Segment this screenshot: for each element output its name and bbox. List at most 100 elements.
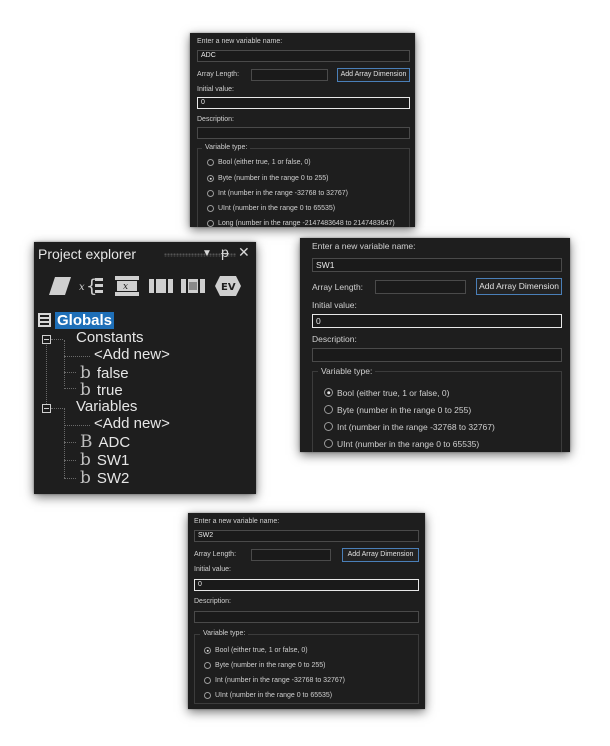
tree-node-variables[interactable]: Variables <box>76 398 137 415</box>
variable-label: ADC <box>98 434 131 451</box>
description-input[interactable] <box>312 348 562 362</box>
variable-type-label: Variable type: <box>318 366 376 376</box>
add-array-dimension-button[interactable]: Add Array Dimension <box>476 278 562 295</box>
tree-node-add-new-variable[interactable]: <Add new> <box>94 415 170 432</box>
array-length-input[interactable] <box>375 280 466 294</box>
tree-guide <box>64 388 76 389</box>
variables-label: Variables <box>76 398 138 415</box>
initial-value-label: Initial value: <box>312 300 357 310</box>
description-label: Description: <box>312 334 357 344</box>
radio-icon[interactable] <box>324 439 333 448</box>
tree-guide <box>64 372 76 373</box>
initial-value-label: Initial value: <box>197 86 234 93</box>
dropdown-arrow-icon[interactable]: ▼ <box>202 248 212 259</box>
globals-icon <box>38 313 51 327</box>
variable-name-input[interactable]: SW1 <box>312 258 562 272</box>
type-option-label: Byte (number in the range 0 to 255) <box>337 405 472 415</box>
type-option-label: UInt (number in the range 0 to 65535) <box>215 692 333 699</box>
tree-guide <box>64 460 76 461</box>
variable-name-label: Enter a new variable name: <box>197 38 283 45</box>
type-option-label: Int (number in the range -32768 to 32767… <box>337 422 495 432</box>
ev-badge-icon[interactable]: EV <box>214 274 242 298</box>
variable-type-label: Variable type: <box>202 144 251 151</box>
tree-guide <box>51 408 63 409</box>
radio-icon[interactable] <box>204 692 211 699</box>
add-new-label: <Add new> <box>94 346 170 363</box>
byte-variable-icon: B <box>80 432 93 452</box>
type-option-label: Long (number in the range -2147483648 to… <box>218 220 395 227</box>
variable-dialog-sw2: Enter a new variable name: SW2 Array Len… <box>188 513 425 709</box>
description-label: Description: <box>194 598 231 605</box>
array-length-input[interactable] <box>251 69 328 81</box>
tree-guide <box>46 340 47 410</box>
type-option-label: Bool (either true, 1 or false, 0) <box>337 388 450 398</box>
add-array-dimension-button[interactable]: Add Array Dimension <box>342 548 419 562</box>
array-length-input[interactable] <box>251 549 331 561</box>
type-option-label: Byte (number in the range 0 to 255) <box>215 662 326 669</box>
bool-variable-icon: b <box>80 450 91 470</box>
array-length-label: Array Length: <box>194 551 237 558</box>
tree-node-globals[interactable]: Globals <box>38 312 115 329</box>
array-length-label: Array Length: <box>312 282 364 292</box>
constant-label: true <box>96 382 123 399</box>
variable-name-input[interactable]: SW2 <box>194 530 419 542</box>
add-new-label: <Add new> <box>94 415 170 432</box>
globals-label: Globals <box>55 312 115 329</box>
tree-node-constants[interactable]: Constants <box>76 329 144 346</box>
type-option-label: Bool (either true, 1 or false, 0) <box>218 159 311 166</box>
close-icon[interactable]: ✕ <box>238 244 250 261</box>
variable-x-icon[interactable]: x { <box>78 274 104 298</box>
radio-icon[interactable] <box>207 205 214 212</box>
radio-selected-icon[interactable] <box>204 647 211 654</box>
svg-text:x: x <box>79 282 85 293</box>
pin-icon[interactable]: ᵽ <box>221 244 229 260</box>
add-array-dimension-button[interactable]: Add Array Dimension <box>337 68 410 82</box>
variable-name-input[interactable]: ADC <box>197 50 410 62</box>
grid-strip-icon[interactable] <box>180 274 206 298</box>
tree-node-add-new-constant[interactable]: <Add new> <box>94 346 170 363</box>
variable-type-label: Variable type: <box>200 630 249 637</box>
description-input[interactable] <box>194 611 419 623</box>
array-length-label: Array Length: <box>197 71 240 78</box>
tree-guide <box>51 339 63 340</box>
x-box-icon[interactable]: x <box>114 274 140 298</box>
radio-selected-icon[interactable] <box>324 388 333 397</box>
radio-icon[interactable] <box>204 677 211 684</box>
film-strip-icon[interactable] <box>148 274 174 298</box>
radio-icon[interactable] <box>207 220 214 227</box>
tree-node-adc[interactable]: B ADC <box>80 432 130 452</box>
variable-name-label: Enter a new variable name: <box>312 241 416 251</box>
variable-dialog-sw1: Enter a new variable name: SW1 Array Len… <box>300 238 570 452</box>
radio-icon[interactable] <box>204 662 211 669</box>
constants-label: Constants <box>76 329 144 346</box>
project-explorer-title: Project explorer <box>38 246 137 262</box>
bool-variable-icon: b <box>80 468 91 488</box>
description-label: Description: <box>197 116 234 123</box>
tree-node-sw2[interactable]: b SW2 <box>80 468 129 488</box>
type-option-label: UInt (number in the range 0 to 65535) <box>218 205 336 212</box>
byte-variable-icon: b <box>80 380 91 400</box>
radio-selected-icon[interactable] <box>207 175 214 182</box>
tree-guide <box>64 408 65 478</box>
type-option-label: Int (number in the range -32768 to 32767… <box>215 677 345 684</box>
initial-value-input[interactable]: 0 <box>312 314 562 328</box>
radio-icon[interactable] <box>324 405 333 414</box>
description-input[interactable] <box>197 127 410 139</box>
tree-node-true[interactable]: b true <box>80 380 123 400</box>
radio-icon[interactable] <box>324 422 333 431</box>
tree-guide <box>64 442 76 443</box>
tree-node-sw1[interactable]: b SW1 <box>80 450 129 470</box>
radio-icon[interactable] <box>207 190 214 197</box>
collapse-constants-icon[interactable] <box>42 335 51 344</box>
initial-value-input[interactable]: 0 <box>194 579 419 591</box>
variable-label: SW1 <box>96 452 130 469</box>
initial-value-input[interactable]: 0 <box>197 97 410 109</box>
radio-icon[interactable] <box>207 159 214 166</box>
tree-guide <box>64 425 90 426</box>
collapse-variables-icon[interactable] <box>42 404 51 413</box>
variable-name-label: Enter a new variable name: <box>194 518 280 525</box>
svg-text:x: x <box>123 282 128 292</box>
parallelogram-icon[interactable] <box>48 274 72 298</box>
variable-dialog-adc: Enter a new variable name: ADC Array Len… <box>190 33 415 227</box>
project-explorer-panel: Project explorer ▼ ᵽ ✕ x { x EV Globals … <box>34 242 256 494</box>
